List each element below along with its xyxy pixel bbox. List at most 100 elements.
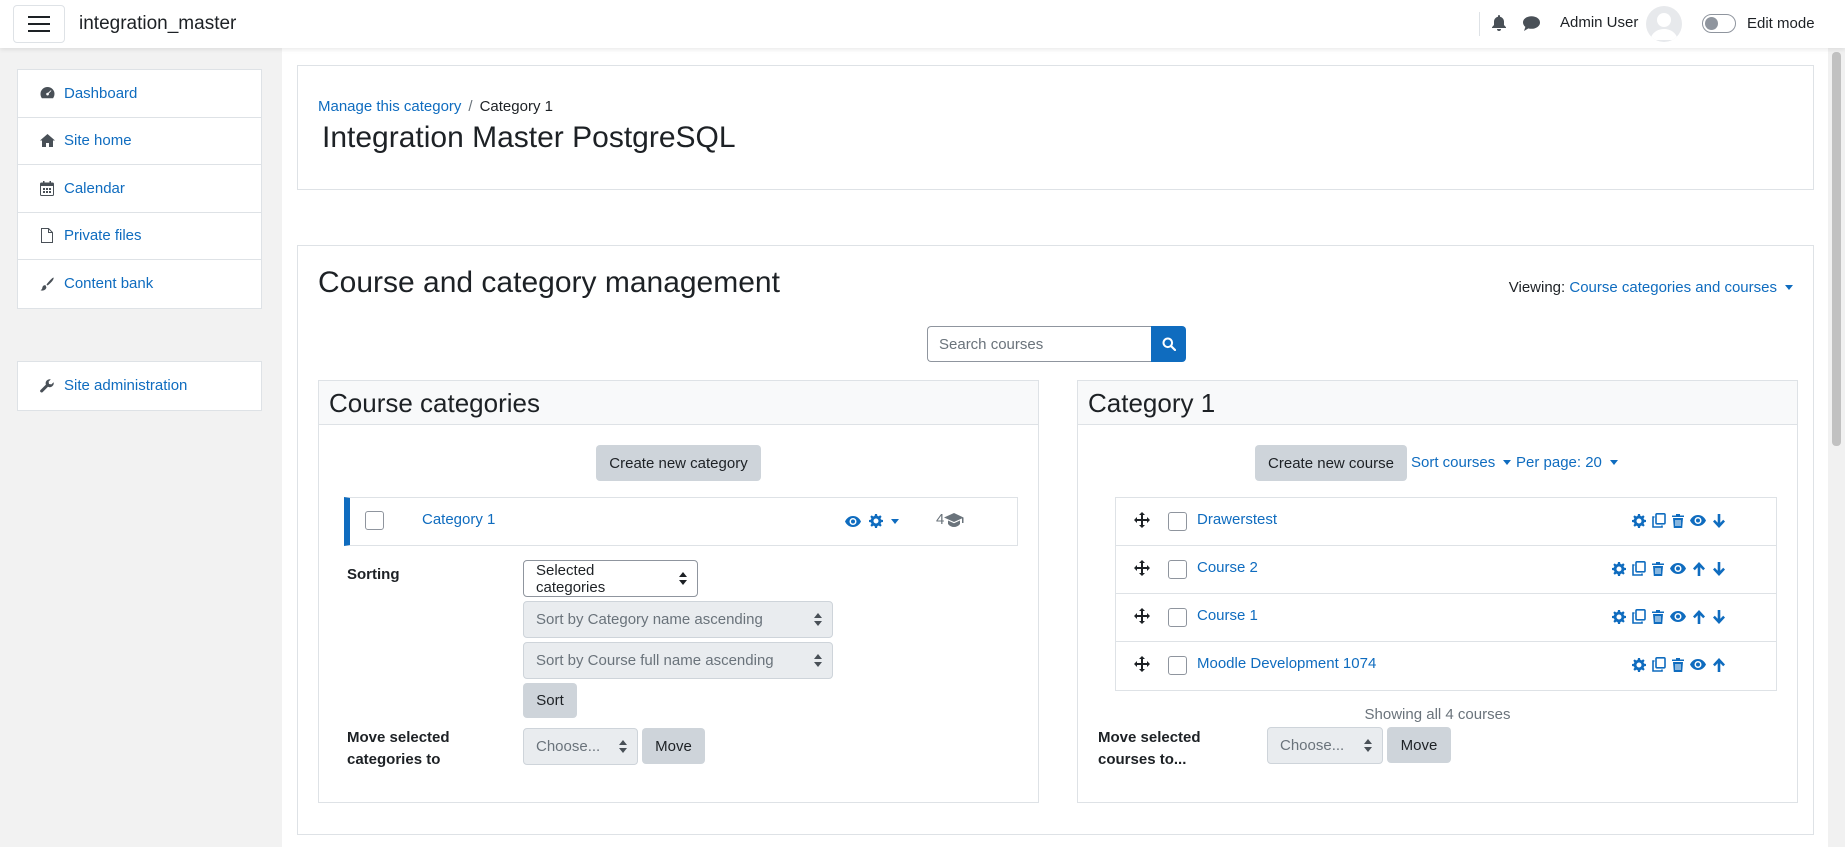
- copy-icon[interactable]: [1652, 513, 1666, 528]
- arrow-up-icon[interactable]: [1712, 657, 1726, 672]
- search-button[interactable]: [1151, 326, 1186, 362]
- gear-icon[interactable]: [1632, 513, 1646, 528]
- course-checkbox[interactable]: [1168, 656, 1187, 675]
- paintbrush-icon: [38, 277, 56, 291]
- nav-item-site-home[interactable]: Site home: [18, 118, 261, 165]
- course-row[interactable]: Course 2: [1116, 546, 1776, 594]
- calendar-icon: [38, 180, 56, 196]
- eye-icon[interactable]: [1670, 563, 1686, 574]
- move-categories-placeholder: Choose...: [536, 738, 601, 755]
- create-new-category-button[interactable]: Create new category: [596, 445, 761, 481]
- chevron-down-icon: [1503, 460, 1512, 465]
- copy-icon[interactable]: [1652, 657, 1666, 672]
- nav-item-private-files[interactable]: Private files: [18, 213, 261, 260]
- course-actions: [1612, 561, 1726, 576]
- page-scrollbar[interactable]: [1828, 48, 1845, 847]
- eye-icon[interactable]: [1690, 515, 1706, 526]
- course-row[interactable]: Moodle Development 1074: [1116, 642, 1776, 690]
- breadcrumb: Manage this category / Category 1: [318, 98, 553, 115]
- notifications-bell-icon[interactable]: [1492, 15, 1506, 31]
- category-row[interactable]: Category 1 4: [344, 497, 1018, 546]
- drag-move-icon[interactable]: [1134, 608, 1150, 624]
- edit-mode-toggle[interactable]: [1702, 14, 1736, 33]
- copy-icon[interactable]: [1632, 561, 1646, 576]
- per-page-dropdown[interactable]: Per page: 20: [1516, 454, 1618, 471]
- trash-icon[interactable]: [1652, 609, 1664, 624]
- category-course-count: 4: [936, 511, 964, 528]
- course-row[interactable]: Drawerstest: [1116, 498, 1776, 546]
- breadcrumb-link-manage-category[interactable]: Manage this category: [318, 98, 461, 115]
- arrow-up-icon[interactable]: [1692, 561, 1706, 576]
- dashboard-icon: [38, 86, 56, 100]
- nav-item-site-administration[interactable]: Site administration: [18, 362, 261, 410]
- sort-button[interactable]: Sort: [523, 683, 577, 718]
- gear-icon[interactable]: [1612, 561, 1626, 576]
- breadcrumb-separator: /: [468, 98, 473, 115]
- viewing-label: Viewing:: [1508, 279, 1566, 296]
- move-categories-select[interactable]: Choose...: [523, 728, 638, 765]
- drag-move-icon[interactable]: [1134, 512, 1150, 528]
- category-checkbox[interactable]: [365, 511, 384, 530]
- hamburger-icon: [28, 16, 50, 32]
- sort-courses-dropdown[interactable]: Sort courses: [1411, 454, 1512, 471]
- user-avatar-icon: [1650, 13, 1678, 40]
- gear-icon[interactable]: [1632, 657, 1646, 672]
- category-name-link[interactable]: Category 1: [422, 511, 495, 528]
- move-courses-button[interactable]: Move: [1387, 727, 1451, 763]
- trash-icon[interactable]: [1652, 561, 1664, 576]
- eye-icon[interactable]: [1670, 611, 1686, 622]
- course-categories-panel: Course categories Create new category Ca…: [318, 380, 1039, 803]
- create-new-course-button[interactable]: Create new course: [1255, 445, 1407, 481]
- nav-item-label: Private files: [64, 227, 142, 245]
- course-checkbox[interactable]: [1168, 608, 1187, 627]
- gear-icon[interactable]: [1612, 609, 1626, 624]
- arrow-down-icon[interactable]: [1712, 609, 1726, 624]
- nav-item-label: Content bank: [64, 275, 154, 293]
- course-actions: [1632, 513, 1726, 528]
- user-name[interactable]: Admin User: [1560, 14, 1638, 31]
- per-page-link[interactable]: Per page: 20: [1516, 454, 1602, 471]
- sort-course-select[interactable]: Sort by Course full name ascending: [523, 642, 833, 679]
- course-name-link[interactable]: Course 2: [1197, 559, 1258, 576]
- arrow-down-icon[interactable]: [1712, 561, 1726, 576]
- user-avatar[interactable]: [1646, 6, 1682, 42]
- drag-move-icon[interactable]: [1134, 560, 1150, 576]
- drawer-toggle-button[interactable]: [13, 5, 65, 43]
- nav-item-content-bank[interactable]: Content bank: [18, 260, 261, 308]
- arrow-down-icon[interactable]: [1712, 513, 1726, 528]
- copy-icon[interactable]: [1632, 609, 1646, 624]
- move-categories-button[interactable]: Move: [642, 728, 705, 764]
- viewing-mode-dropdown[interactable]: Course categories and courses: [1569, 279, 1777, 296]
- select-arrows-icon: [679, 572, 687, 585]
- course-row[interactable]: Course 1: [1116, 594, 1776, 642]
- move-courses-select[interactable]: Choose...: [1267, 727, 1383, 764]
- select-arrows-icon: [814, 654, 822, 667]
- sort-courses-link[interactable]: Sort courses: [1411, 454, 1495, 471]
- drag-move-icon[interactable]: [1134, 656, 1150, 672]
- course-name-link[interactable]: Course 1: [1197, 607, 1258, 624]
- category-courses-panel: Category 1 Create new course Sort course…: [1077, 380, 1798, 803]
- chevron-down-icon[interactable]: [1785, 285, 1793, 290]
- search-input[interactable]: [927, 326, 1151, 362]
- nav-item-dashboard[interactable]: Dashboard: [18, 70, 261, 118]
- course-name-link[interactable]: Moodle Development 1074: [1197, 655, 1376, 672]
- messages-chat-icon[interactable]: [1523, 16, 1540, 31]
- arrow-up-icon[interactable]: [1692, 609, 1706, 624]
- sort-category-select[interactable]: Sort by Category name ascending: [523, 601, 833, 638]
- gear-icon[interactable]: [869, 514, 883, 528]
- site-name[interactable]: integration_master: [79, 13, 236, 35]
- course-checkbox[interactable]: [1168, 560, 1187, 579]
- eye-icon[interactable]: [1690, 659, 1706, 670]
- eye-icon[interactable]: [845, 515, 861, 527]
- trash-icon[interactable]: [1672, 513, 1684, 528]
- course-checkbox[interactable]: [1168, 512, 1187, 531]
- sort-scope-select[interactable]: Selected categories: [523, 560, 698, 597]
- left-drawer: Dashboard Site home Calendar Private fil…: [0, 48, 283, 847]
- trash-icon[interactable]: [1672, 657, 1684, 672]
- select-arrows-icon: [619, 740, 627, 753]
- search-icon: [1162, 337, 1176, 351]
- course-name-link[interactable]: Drawerstest: [1197, 511, 1277, 528]
- scrollbar-thumb[interactable]: [1832, 52, 1841, 446]
- nav-item-calendar[interactable]: Calendar: [18, 165, 261, 213]
- chevron-down-icon[interactable]: [891, 518, 899, 524]
